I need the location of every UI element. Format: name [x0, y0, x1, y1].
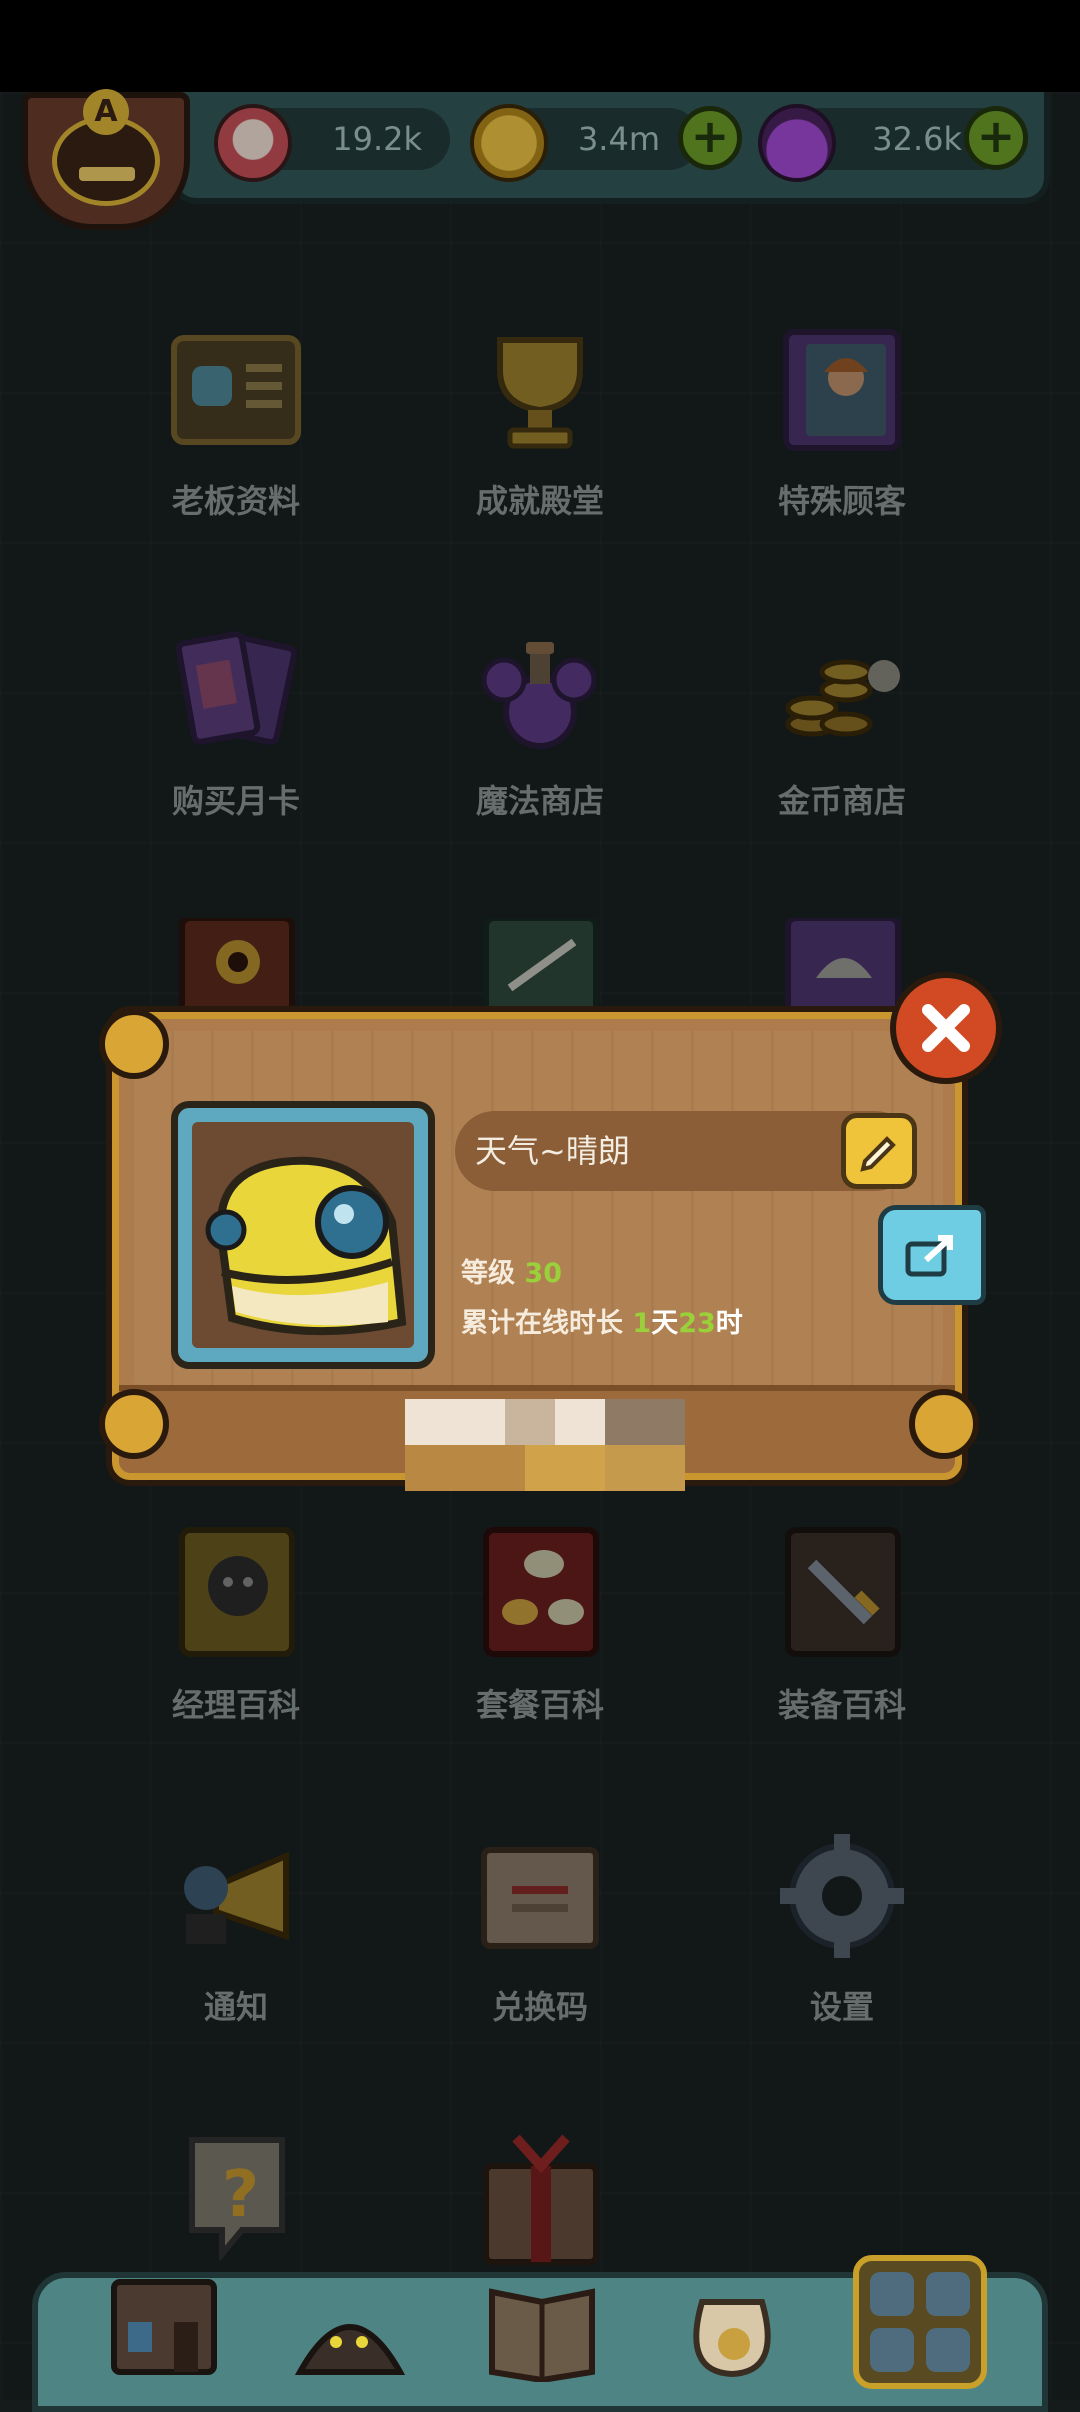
online-time-row: 累计在线时长 1天23时: [461, 1301, 743, 1340]
money-bag-icon[interactable]: [672, 2262, 792, 2382]
share-button[interactable]: [878, 1205, 986, 1305]
shop-building-icon[interactable]: [104, 2262, 224, 2382]
online-hours: 23: [678, 1308, 716, 1339]
online-days: 1: [632, 1308, 652, 1339]
player-name: 天气~晴朗: [475, 1132, 630, 1170]
level-label: 等级: [461, 1258, 515, 1289]
avatar-frame[interactable]: [171, 1101, 435, 1369]
edit-name-button[interactable]: [841, 1113, 917, 1189]
close-icon: [922, 1004, 970, 1052]
online-time-label: 累计在线时长: [461, 1308, 623, 1339]
corner-scroll-bl: [99, 1389, 169, 1459]
corner-scroll-tl: [99, 1009, 169, 1079]
monster-nest-icon[interactable]: [290, 2262, 410, 2382]
grid-menu-icon[interactable]: [852, 2254, 988, 2390]
online-days-unit: 天: [651, 1308, 679, 1339]
recipe-book-icon[interactable]: [482, 2262, 602, 2384]
pixelated-id-redaction: [405, 1399, 685, 1491]
online-hours-unit: 时: [715, 1308, 743, 1339]
corner-scroll-br: [909, 1389, 979, 1459]
share-icon: [905, 1235, 953, 1277]
level-value: 30: [524, 1258, 562, 1289]
profile-popup: 天气~晴朗 等级 30 累计在线时长 1天23时: [99, 1009, 979, 1491]
close-popup-button[interactable]: [890, 972, 1002, 1084]
pencil-icon: [860, 1136, 896, 1172]
player-name-field[interactable]: 天气~晴朗: [455, 1111, 917, 1191]
frog-avatar-icon: [192, 1122, 414, 1348]
level-row: 等级 30: [461, 1251, 562, 1290]
